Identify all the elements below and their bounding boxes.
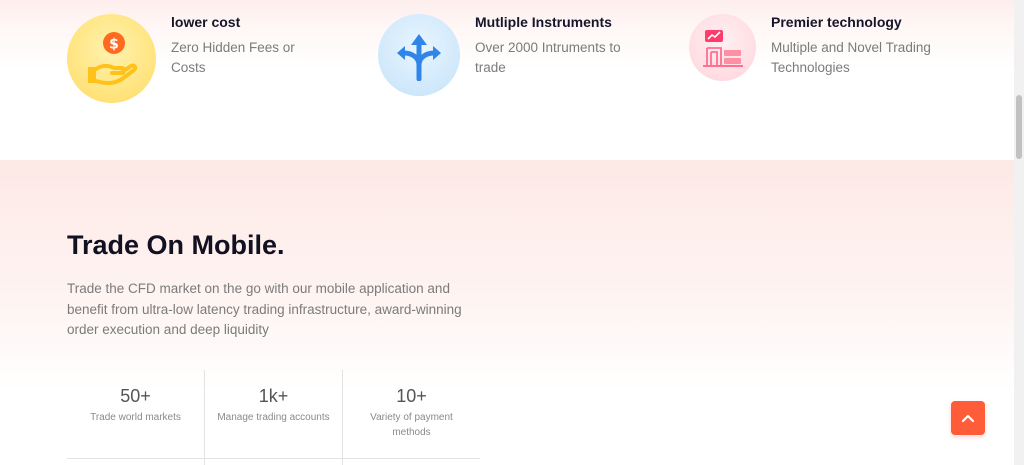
- back-to-top-button[interactable]: [951, 401, 985, 435]
- stat-payment-methods: 10+ Variety of payment methods: [343, 370, 480, 458]
- feature-title: Mutliple Instruments: [475, 14, 612, 30]
- trading-desk-icon: [702, 29, 743, 67]
- feature-description: Over 2000 Intruments to trade: [475, 40, 621, 75]
- svg-text:$: $: [109, 36, 119, 52]
- scrollbar-thumb[interactable]: [1016, 95, 1022, 159]
- feature-icon-circle: [689, 14, 756, 81]
- feature-icon-circle: $: [67, 14, 156, 103]
- chevron-up-icon: [961, 414, 975, 423]
- mobile-section: Trade On Mobile. Trade the CFD market on…: [0, 160, 1014, 465]
- stat-value: 50+: [120, 386, 151, 406]
- stat-label: Variety of payment methods: [370, 412, 453, 438]
- stat-label: Trade world markets: [90, 412, 181, 423]
- stat-accounts: 1k+ Manage trading accounts: [205, 370, 342, 458]
- stats-grid: 50+ Trade world markets 1k+ Manage tradi…: [67, 370, 480, 465]
- section-description: Trade the CFD market on the go with our …: [67, 281, 462, 337]
- page: $ lower cost Zero Hidden Fees or Costs M…: [0, 0, 1014, 465]
- stats-bottom-divider: [67, 458, 480, 459]
- feature-title: lower cost: [171, 14, 241, 30]
- stat-value: 1k+: [258, 386, 289, 406]
- feature-title: Premier technology: [771, 14, 902, 30]
- feature-icon-circle: [378, 14, 460, 96]
- split-arrows-icon: [397, 34, 441, 81]
- stat-value: 10+: [396, 386, 427, 406]
- section-title: Trade On Mobile.: [67, 230, 285, 260]
- stat-markets: 50+ Trade world markets: [67, 370, 204, 458]
- feature-description: Zero Hidden Fees or Costs: [171, 40, 295, 75]
- vertical-scrollbar[interactable]: [1014, 0, 1024, 465]
- stat-label: Manage trading accounts: [217, 412, 330, 423]
- feature-description: Multiple and Novel Trading Technologies: [771, 40, 931, 75]
- money-hand-icon: $: [87, 31, 137, 85]
- features-section: $ lower cost Zero Hidden Fees or Costs M…: [0, 0, 1014, 160]
